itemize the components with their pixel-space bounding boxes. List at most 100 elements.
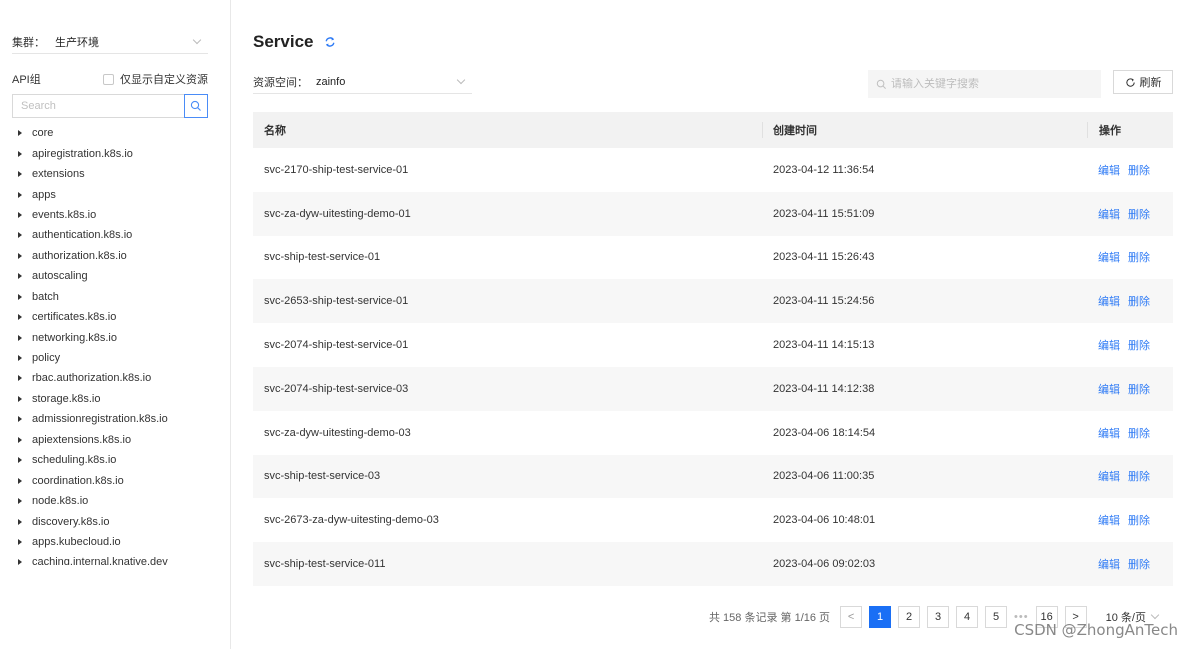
table-row: svc-2074-ship-test-service-03 2023-04-11 … xyxy=(253,366,1173,411)
api-group-label: node.k8s.io xyxy=(32,495,89,508)
edit-link[interactable]: 编辑 xyxy=(1098,428,1120,440)
delete-link[interactable]: 删除 xyxy=(1128,559,1150,571)
api-group-item[interactable]: policy xyxy=(12,348,208,368)
caret-right-icon[interactable] xyxy=(18,416,22,423)
caret-right-icon[interactable] xyxy=(18,130,22,137)
service-name: svc-ship-test-service-011 xyxy=(264,558,386,571)
column-header-created: 创建时间 xyxy=(762,122,1087,138)
caret-right-icon[interactable] xyxy=(18,211,22,218)
api-group-item[interactable]: apps xyxy=(12,184,208,204)
edit-link[interactable]: 编辑 xyxy=(1098,296,1120,308)
caret-right-icon[interactable] xyxy=(18,191,22,198)
delete-link[interactable]: 删除 xyxy=(1128,471,1150,483)
caret-right-icon[interactable] xyxy=(18,171,22,178)
caret-right-icon[interactable] xyxy=(18,518,22,525)
edit-link[interactable]: 编辑 xyxy=(1098,515,1120,527)
search-button[interactable] xyxy=(184,94,208,118)
api-search-input[interactable] xyxy=(12,94,184,118)
api-group-item[interactable]: discovery.k8s.io xyxy=(12,511,208,531)
edit-link[interactable]: 编辑 xyxy=(1098,559,1120,571)
page-button-1[interactable]: 1 xyxy=(869,606,892,628)
delete-link[interactable]: 删除 xyxy=(1128,340,1150,352)
table-row: svc-ship-test-service-011 2023-04-06 09:0… xyxy=(253,542,1173,586)
delete-link[interactable]: 删除 xyxy=(1128,515,1150,527)
caret-right-icon[interactable] xyxy=(18,334,22,341)
delete-link[interactable]: 删除 xyxy=(1128,428,1150,440)
sync-icon[interactable] xyxy=(324,36,336,48)
page-button-4[interactable]: 4 xyxy=(956,606,979,628)
api-group-item[interactable]: authorization.k8s.io xyxy=(12,246,208,266)
caret-right-icon[interactable] xyxy=(18,559,22,565)
page-button-2[interactable]: 2 xyxy=(898,606,921,628)
api-group-item[interactable]: apps.kubecloud.io xyxy=(12,532,208,552)
delete-link[interactable]: 删除 xyxy=(1128,384,1150,396)
created-time: 2023-04-12 11:36:54 xyxy=(773,163,875,176)
table-row: svc-za-dyw-uitesting-demo-03 2023-04-06 1… xyxy=(253,411,1173,455)
caret-right-icon[interactable] xyxy=(18,498,22,505)
page-title: Service xyxy=(253,32,314,51)
search-icon xyxy=(876,79,886,89)
caret-right-icon[interactable] xyxy=(18,375,22,382)
row-actions: 编辑 删除 xyxy=(1087,381,1173,397)
api-group-item[interactable]: apiregistration.k8s.io xyxy=(12,143,208,163)
caret-right-icon[interactable] xyxy=(18,457,22,464)
edit-link[interactable]: 编辑 xyxy=(1098,384,1120,396)
api-group-item[interactable]: networking.k8s.io xyxy=(12,327,208,347)
table-header: 名称 创建时间 操作 xyxy=(253,112,1173,148)
page-button-3[interactable]: 3 xyxy=(927,606,950,628)
edit-link[interactable]: 编辑 xyxy=(1098,252,1120,264)
caret-right-icon[interactable] xyxy=(18,538,22,545)
caret-right-icon[interactable] xyxy=(18,314,22,321)
custom-only-checkbox[interactable] xyxy=(103,73,114,85)
namespace-select[interactable]: 资源空间： zainfo xyxy=(253,70,472,94)
api-group-label: discovery.k8s.io xyxy=(32,515,110,528)
caret-right-icon[interactable] xyxy=(18,355,22,362)
caret-right-icon[interactable] xyxy=(18,293,22,300)
api-group-item[interactable]: rbac.authorization.k8s.io xyxy=(12,368,208,388)
api-group-item[interactable]: batch xyxy=(12,287,208,307)
cluster-select[interactable]: 集群： 生产环境 xyxy=(12,30,208,54)
namespace-label: 资源空间： xyxy=(253,76,308,89)
row-actions: 编辑 删除 xyxy=(1087,249,1173,265)
keyword-search-input[interactable] xyxy=(891,78,1091,90)
caret-right-icon[interactable] xyxy=(18,232,22,239)
api-group-item[interactable]: node.k8s.io xyxy=(12,491,208,511)
caret-right-icon[interactable] xyxy=(18,252,22,259)
api-group-item[interactable]: apiextensions.k8s.io xyxy=(12,430,208,450)
delete-link[interactable]: 删除 xyxy=(1128,209,1150,221)
api-group-label: authorization.k8s.io xyxy=(32,249,127,262)
custom-only-label[interactable]: 仅显示自定义资源 xyxy=(120,71,208,87)
delete-link[interactable]: 删除 xyxy=(1128,296,1150,308)
page-button-5[interactable]: 5 xyxy=(985,606,1008,628)
column-header-name: 名称 xyxy=(264,125,286,137)
api-group-item[interactable]: admissionregistration.k8s.io xyxy=(12,409,208,429)
api-group-item[interactable]: authentication.k8s.io xyxy=(12,225,208,245)
api-group-item[interactable]: storage.k8s.io xyxy=(12,389,208,409)
column-header-actions: 操作 xyxy=(1087,122,1173,138)
edit-link[interactable]: 编辑 xyxy=(1098,209,1120,221)
delete-link[interactable]: 删除 xyxy=(1128,165,1150,177)
table-row: svc-ship-test-service-01 2023-04-11 15:26… xyxy=(253,236,1173,280)
edit-link[interactable]: 编辑 xyxy=(1098,471,1120,483)
prev-page-button[interactable]: < xyxy=(840,606,863,628)
delete-link[interactable]: 删除 xyxy=(1128,252,1150,264)
service-name: svc-ship-test-service-03 xyxy=(264,470,381,483)
caret-right-icon[interactable] xyxy=(18,273,22,280)
api-group-item[interactable]: autoscaling xyxy=(12,266,208,286)
refresh-button[interactable]: 刷新 xyxy=(1113,70,1173,94)
api-group-item[interactable]: caching.internal.knative.dev xyxy=(12,552,208,565)
caret-right-icon[interactable] xyxy=(18,477,22,484)
caret-right-icon[interactable] xyxy=(18,150,22,157)
caret-right-icon[interactable] xyxy=(18,436,22,443)
api-group-item[interactable]: certificates.k8s.io xyxy=(12,307,208,327)
api-group-item[interactable]: extensions xyxy=(12,164,208,184)
api-group-label: API组 xyxy=(12,74,41,86)
edit-link[interactable]: 编辑 xyxy=(1098,340,1120,352)
api-group-item[interactable]: core xyxy=(12,123,208,143)
api-group-item[interactable]: events.k8s.io xyxy=(12,205,208,225)
edit-link[interactable]: 编辑 xyxy=(1098,165,1120,177)
caret-right-icon[interactable] xyxy=(18,395,22,402)
api-group-item[interactable]: scheduling.k8s.io xyxy=(12,450,208,470)
api-group-item[interactable]: coordination.k8s.io xyxy=(12,470,208,490)
watermark: CSDN @ZhongAnTech xyxy=(1014,621,1178,639)
